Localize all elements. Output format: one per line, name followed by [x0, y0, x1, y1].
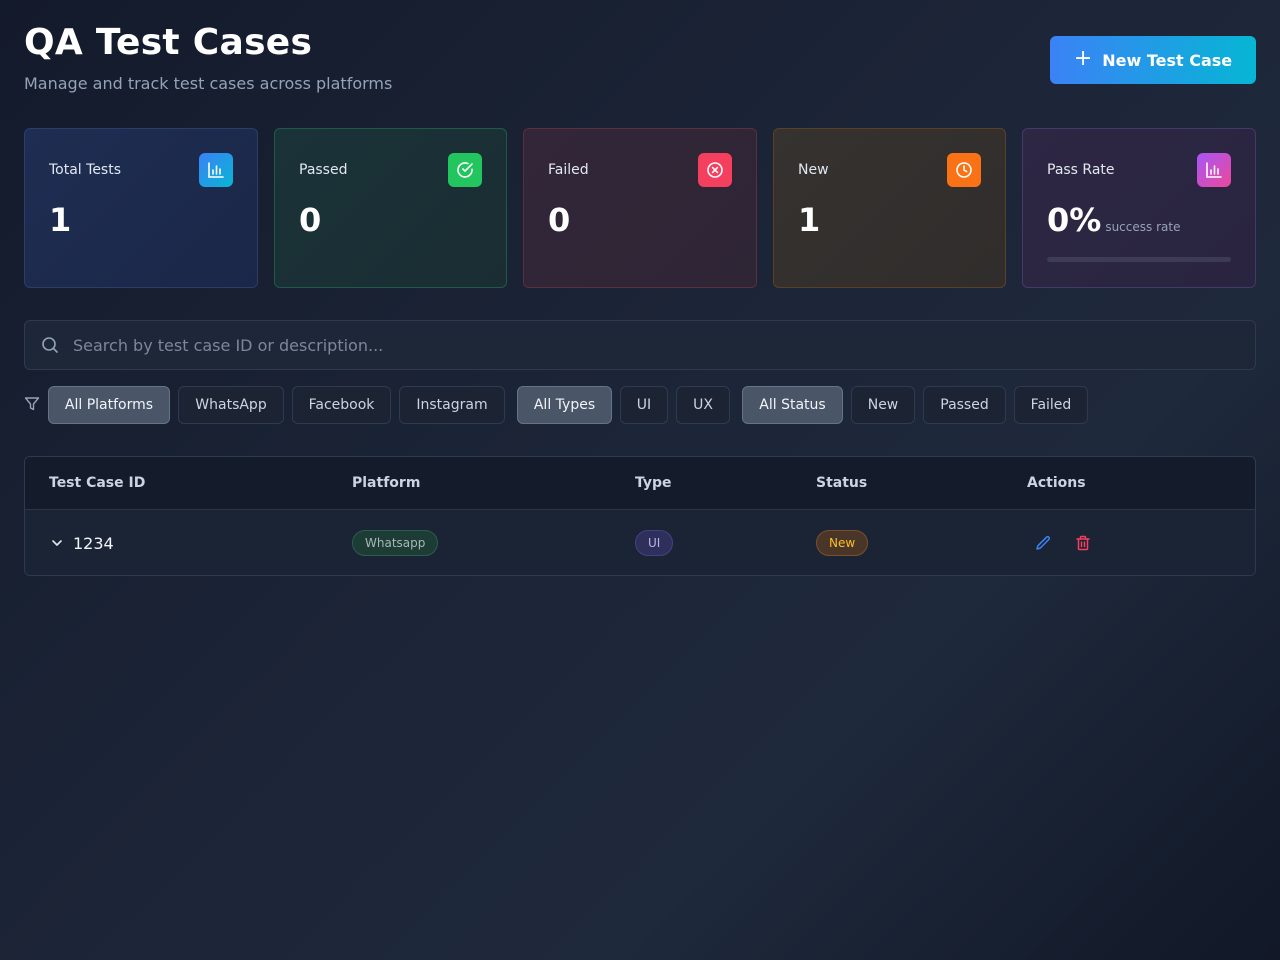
column-header-actions: Actions [1027, 475, 1086, 491]
filter-status-all[interactable]: All Status [742, 386, 843, 424]
edit-button[interactable] [1027, 527, 1059, 559]
stat-label: Total Tests [49, 162, 122, 178]
filter-type-ui[interactable]: UI [620, 386, 668, 424]
filter-status-passed[interactable]: Passed [923, 386, 1006, 424]
filter-platform-whatsapp[interactable]: WhatsApp [178, 386, 284, 424]
table-row[interactable]: 1234 Whatsapp UI New [25, 510, 1255, 575]
cell-actions [1027, 510, 1099, 575]
column-header-platform: Platform [352, 475, 421, 491]
qa-test-cases-page: QA Test Cases Manage and track test case… [0, 0, 1280, 960]
page-subtitle: Manage and track test cases across platf… [24, 74, 393, 93]
new-test-case-button[interactable]: + New Test Case [1050, 36, 1256, 84]
status-badge: New [816, 530, 869, 556]
cell-test-case-id: 1234 [49, 510, 114, 575]
page-title: QA Test Cases [24, 22, 313, 63]
search-bar [24, 320, 1256, 370]
check-circle-icon [448, 153, 482, 187]
trash-icon [1076, 535, 1090, 551]
search-input[interactable] [73, 321, 1243, 369]
delete-button[interactable] [1067, 527, 1099, 559]
column-header-test-case-id: Test Case ID [49, 475, 146, 491]
table-header: Test Case ID Platform Type Status Action… [25, 457, 1255, 510]
column-header-type: Type [635, 475, 672, 491]
filter-icon [24, 396, 40, 416]
pass-rate-value: 0% [1047, 201, 1102, 239]
pass-rate-caption: success rate [1105, 220, 1181, 234]
cell-status: New [816, 510, 869, 575]
filter-platform-all[interactable]: All Platforms [48, 386, 170, 424]
cell-platform: Whatsapp [352, 510, 439, 575]
stat-label: New [798, 162, 829, 178]
pencil-icon [1036, 536, 1050, 550]
bar-chart-icon [199, 153, 233, 187]
stat-value: 1 [49, 201, 72, 239]
stat-value: 0 [548, 201, 571, 239]
x-circle-icon [698, 153, 732, 187]
clock-icon [947, 153, 981, 187]
stat-value: 1 [798, 201, 821, 239]
pass-rate-progress-bar [1047, 257, 1231, 262]
cell-type: UI [635, 510, 674, 575]
stat-card-pass-rate: Pass Rate 0% success rate [1022, 128, 1256, 288]
test-cases-table: Test Case ID Platform Type Status Action… [24, 456, 1256, 576]
plus-icon: + [1073, 46, 1093, 71]
filter-status-failed[interactable]: Failed [1014, 386, 1088, 424]
stat-label: Pass Rate [1047, 162, 1115, 178]
search-icon [41, 336, 59, 358]
stat-card-passed: Passed 0 [274, 128, 507, 288]
stat-label: Passed [299, 162, 348, 178]
stat-card-new: New 1 [773, 128, 1006, 288]
stat-card-failed: Failed 0 [523, 128, 757, 288]
column-header-status: Status [816, 475, 868, 491]
platform-badge: Whatsapp [352, 530, 439, 556]
filter-platform-facebook[interactable]: Facebook [292, 386, 391, 424]
stat-value: 0% success rate [1047, 201, 1180, 239]
test-case-id: 1234 [73, 533, 114, 553]
new-test-case-label: New Test Case [1102, 50, 1233, 70]
stat-card-total-tests: Total Tests 1 [24, 128, 258, 288]
type-badge: UI [635, 530, 674, 556]
filter-type-all[interactable]: All Types [517, 386, 612, 424]
bar-chart-icon [1197, 153, 1231, 187]
stat-label: Failed [548, 162, 589, 178]
filter-type-ux[interactable]: UX [676, 386, 730, 424]
chevron-down-icon[interactable] [49, 527, 65, 559]
filter-status-new[interactable]: New [851, 386, 915, 424]
filter-platform-instagram[interactable]: Instagram [399, 386, 505, 424]
stat-value: 0 [299, 201, 322, 239]
